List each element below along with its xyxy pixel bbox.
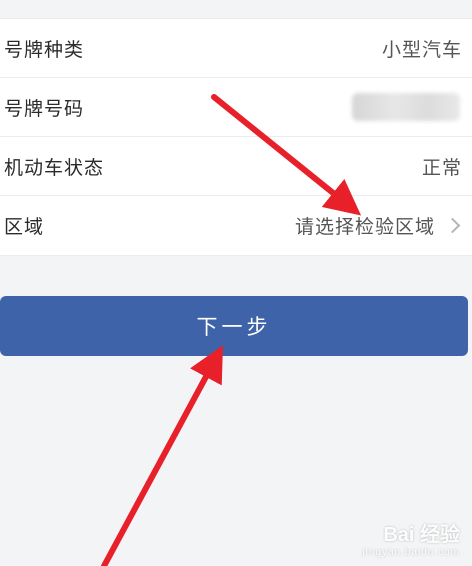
plate-type-value: 小型汽车 (381, 38, 462, 61)
vehicle-info-form: 号牌种类 小型汽车 号牌号码 机动车状态 正常 区域 请选择检验区域 (0, 18, 472, 256)
watermark-sub: jingyan.baidu.com (362, 547, 460, 558)
region-selector[interactable]: 请选择检验区域 (295, 212, 462, 239)
baidu-jingyan-watermark: Bai 经验 jingyan.baidu.com (362, 518, 460, 558)
region-label: 区域 (4, 216, 45, 238)
red-arrow-annotation-icon (101, 345, 223, 566)
blurred-plate-number (352, 93, 460, 121)
watermark-main: Bai 经验 (383, 524, 460, 546)
chevron-right-icon (444, 217, 461, 234)
plate-number-row: 号牌号码 (0, 78, 472, 137)
plate-number-label: 号牌号码 (4, 97, 85, 120)
plate-type-row: 号牌种类 小型汽车 (0, 19, 472, 78)
vehicle-status-value: 正常 (421, 156, 462, 179)
next-step-button[interactable]: 下一步 (0, 296, 468, 356)
region-row[interactable]: 区域 请选择检验区域 (0, 196, 472, 255)
plate-number-value (352, 93, 462, 121)
vehicle-status-label: 机动车状态 (4, 156, 105, 179)
region-placeholder: 请选择检验区域 (294, 216, 435, 238)
vehicle-status-row: 机动车状态 正常 (0, 137, 472, 196)
plate-type-label: 号牌种类 (4, 38, 85, 61)
